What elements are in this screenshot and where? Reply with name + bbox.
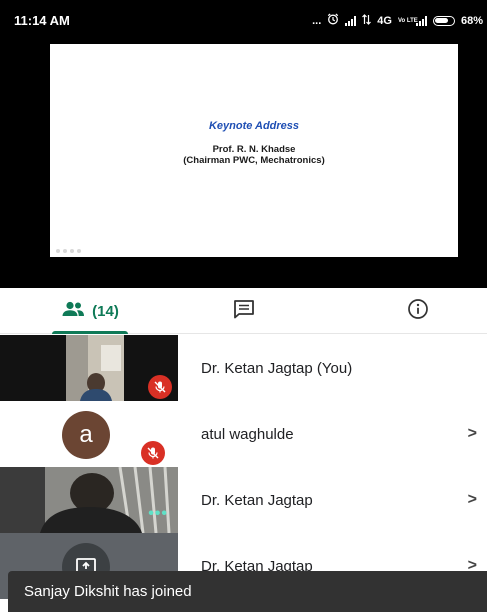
participant-row[interactable]: Dr. Ketan Jagtap (You) (0, 335, 487, 401)
volte-label: Vo LTE (397, 17, 418, 24)
join-notification: Sanjay Dikshit has joined (8, 571, 487, 612)
mic-off-icon (148, 375, 172, 399)
chat-icon (233, 299, 255, 324)
video-stage: 11:14 AM ... 4G Vo LTE 68% Keynote Addre… (0, 0, 487, 288)
more-dots: ... (312, 14, 322, 27)
slide-speaker: Prof. R. N. Khadse (212, 144, 296, 155)
data-arrows-icon (362, 13, 372, 28)
chevron-right-icon[interactable]: > (468, 401, 477, 467)
battery-level: 68% (460, 14, 483, 27)
people-icon (61, 301, 85, 321)
tab-chat[interactable] (224, 288, 264, 334)
tab-people[interactable]: (14) (52, 288, 128, 334)
tab-bar: (14) (0, 288, 487, 334)
presentation-slide: Keynote Address Prof. R. N. Khadse (Chai… (50, 44, 458, 257)
signal-icon-2 (415, 15, 427, 26)
network-type: 4G (377, 14, 392, 27)
participant-row[interactable]: a atul waghulde > (0, 401, 487, 467)
status-icons: ... 4G Vo LTE 68% (312, 13, 483, 28)
battery-icon (432, 15, 455, 26)
participant-row[interactable]: ••• Dr. Ketan Jagtap > (0, 467, 487, 533)
clock: 11:14 AM (14, 13, 70, 28)
chevron-right-icon[interactable]: > (468, 467, 477, 533)
signal-icon (345, 15, 357, 26)
avatar: a (62, 411, 110, 459)
slide-nav-dots (56, 249, 81, 253)
status-bar: 11:14 AM ... 4G Vo LTE 68% (0, 0, 487, 44)
participant-name: Dr. Ketan Jagtap (201, 491, 313, 509)
alarm-icon (327, 13, 339, 28)
tab-info[interactable] (398, 288, 438, 334)
participant-count: (14) (92, 302, 119, 320)
active-tab-indicator (52, 331, 128, 334)
participant-name: Dr. Ketan Jagtap (You) (201, 359, 353, 377)
slide-title: Keynote Address (208, 120, 300, 132)
slide-affiliation: (Chairman PWC, Mechatronics) (183, 155, 325, 166)
notification-text: Sanjay Dikshit has joined (24, 583, 192, 600)
participant-name: atul waghulde (201, 425, 294, 443)
participant-tile: a (0, 401, 178, 467)
more-options-icon[interactable]: ••• (148, 505, 168, 523)
mic-off-icon (141, 441, 165, 465)
participant-video: ••• (0, 467, 178, 533)
participant-video (0, 335, 178, 401)
info-icon (407, 298, 429, 325)
